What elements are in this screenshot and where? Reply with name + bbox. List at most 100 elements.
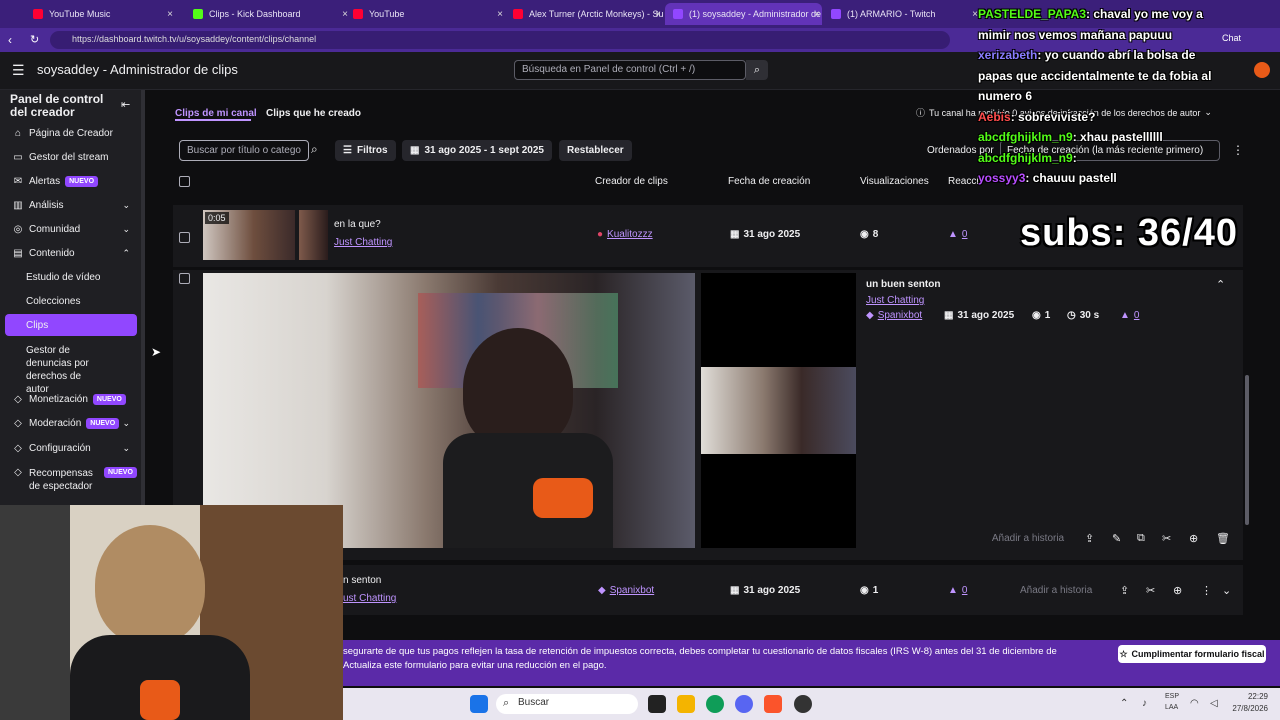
clip-creator[interactable]: ◆ Spanixbot	[598, 585, 654, 596]
clip-category[interactable]: Just Chatting	[866, 295, 924, 306]
clip-category[interactable]: ust Chatting	[343, 593, 396, 604]
clip-category[interactable]: Just Chatting	[334, 237, 392, 248]
sidebar-item[interactable]: Colecciones	[0, 296, 138, 307]
tab-clips-i-created[interactable]: Clips que he creado	[266, 108, 361, 119]
add-circle-icon[interactable]: ⊕	[1173, 584, 1182, 597]
sidebar-item[interactable]: ◇ Configuración ⌄	[0, 443, 138, 454]
clip-title[interactable]: un buen senton	[866, 279, 940, 290]
clip-views: ◉ 8	[860, 229, 879, 240]
scissors-icon[interactable]: ✂	[1146, 584, 1155, 597]
sidebar-item[interactable]: Gestor de denuncias por derechos de auto…	[0, 344, 138, 396]
sidebar-item-label: Moderación	[29, 418, 82, 429]
date-range-button[interactable]: ▦ 31 ago 2025 - 1 sept 2025	[402, 140, 552, 161]
sidebar-item[interactable]: ▭ Gestor del stream	[0, 152, 138, 163]
url-field[interactable]: https://dashboard.twitch.tv/u/soysaddey/…	[50, 31, 950, 49]
collapse-icon[interactable]: ⇤	[121, 98, 130, 111]
browser-tab[interactable]: YouTube Music ×	[25, 3, 175, 25]
dashboard-search-input[interactable]: Búsqueda en Panel de control (Ctrl + /)	[514, 60, 746, 80]
clip-thumbnail-vertical[interactable]	[299, 210, 328, 260]
filter-search-icon[interactable]: ⌕	[311, 142, 318, 157]
clip-title[interactable]: n senton	[343, 575, 381, 586]
share-icon[interactable]: ⇪	[1120, 584, 1129, 597]
trash-icon[interactable]: 🗑	[1216, 532, 1230, 545]
file-explorer-icon[interactable]	[677, 695, 695, 713]
obs-icon[interactable]	[794, 695, 812, 713]
clip-creator[interactable]: ● Kualitozzz	[597, 229, 653, 240]
sidebar-scrollbar[interactable]	[141, 90, 145, 505]
back-icon[interactable]: ‹	[8, 33, 12, 47]
edit-icon[interactable]: ✎	[1112, 532, 1121, 545]
sidebar-item[interactable]: Estudio de vídeo	[0, 272, 138, 283]
chat-username: abcdfghijklm_n9	[978, 150, 1073, 165]
column-creator[interactable]: Creador de clips	[595, 176, 668, 187]
add-to-story-button[interactable]: Añadir a historia	[1020, 585, 1092, 596]
sidebar-item[interactable]: ✉ Alertas NUEVO	[0, 176, 138, 187]
row-checkbox[interactable]	[179, 232, 190, 243]
browser-tab[interactable]: Clips - Kick Dashboard ×	[185, 3, 350, 25]
tray-chevron-icon[interactable]: ⌃	[1120, 698, 1128, 709]
close-icon[interactable]: ×	[167, 9, 173, 20]
menu-item-icon: ◇	[14, 443, 22, 454]
clip-search-input[interactable]: Buscar por título o catego	[179, 140, 309, 161]
browser-tab[interactable]: (1) soysaddey - Administrador de ×	[665, 3, 822, 25]
search-icon[interactable]: ⌕	[746, 60, 768, 80]
select-all-checkbox[interactable]	[179, 176, 190, 187]
clock-date[interactable]: 27/8/2026	[1220, 704, 1268, 713]
avatar[interactable]	[1254, 62, 1270, 78]
sidebar-item[interactable]: Clips	[0, 320, 138, 331]
sidebar-item[interactable]: ▤ Contenido ⌃	[0, 248, 138, 259]
browser-tab[interactable]: Alex Turner (Arctic Monkeys) - Su ×	[505, 3, 663, 25]
more-icon[interactable]: ⋮	[1201, 584, 1212, 597]
sidebar-item[interactable]: ◇ Monetización NUEVO	[0, 394, 138, 405]
edge-icon[interactable]	[706, 695, 724, 713]
chat-text: sobreviviste?	[1018, 109, 1096, 124]
close-icon[interactable]: ×	[655, 9, 661, 20]
sidebar-item[interactable]: ◇ Recompensas de espectador NUEVO	[0, 467, 138, 493]
chevron-down-icon[interactable]: ⌄	[1222, 584, 1231, 597]
tab-my-channel-clips[interactable]: Clips de mi canal	[175, 108, 257, 119]
more-icon[interactable]: ⋮	[1232, 143, 1244, 157]
close-icon[interactable]: ×	[814, 9, 820, 20]
menu-icon[interactable]: ☰	[12, 62, 25, 79]
sidebar-item[interactable]: ▥ Análisis ⌄	[0, 200, 138, 211]
mic-icon[interactable]: ♪	[1142, 698, 1147, 709]
open-external-icon[interactable]: ⧉	[1137, 532, 1145, 545]
sidebar-item[interactable]: ◎ Comunidad ⌄	[0, 224, 138, 235]
clock-time[interactable]: 22:29	[1228, 692, 1268, 701]
browser-tab[interactable]: YouTube ×	[345, 3, 505, 25]
reload-icon[interactable]: ↻	[30, 33, 39, 46]
windows-start-icon[interactable]	[470, 695, 488, 713]
scissors-icon[interactable]: ✂	[1162, 532, 1171, 545]
add-circle-icon[interactable]: ⊕	[1189, 532, 1198, 545]
filters-button[interactable]: ☰ Filtros	[335, 140, 396, 161]
thumbs-up-icon: ▲	[1120, 310, 1130, 321]
language-indicator-2[interactable]: LAA	[1165, 704, 1178, 711]
chat-message: yossyy3: chauuu pastell	[978, 171, 1117, 185]
new-badge: NUEVO	[92, 394, 126, 405]
chat-button[interactable]: Chat	[1222, 33, 1241, 43]
row-checkbox[interactable]	[179, 273, 190, 284]
task-view-icon[interactable]	[648, 695, 666, 713]
clip-title[interactable]: en la que?	[334, 219, 381, 230]
collapse-row-icon[interactable]: ⌃	[1216, 278, 1225, 291]
discord-icon[interactable]	[735, 695, 753, 713]
column-views[interactable]: Visualizaciones	[860, 176, 929, 187]
column-reactions[interactable]: Reacci	[948, 176, 979, 187]
language-indicator[interactable]: ESP	[1165, 693, 1179, 700]
share-icon[interactable]: ⇪	[1085, 532, 1094, 545]
volume-icon[interactable]: ◁	[1210, 698, 1218, 709]
brave-icon[interactable]	[764, 695, 782, 713]
reset-button[interactable]: Restablecer	[559, 140, 632, 161]
clip-vertical-preview[interactable]	[701, 273, 856, 548]
clip-creator[interactable]: ◆ Spanixbot	[866, 310, 922, 321]
column-date[interactable]: Fecha de creación	[728, 176, 810, 187]
network-icon[interactable]: ◠	[1190, 698, 1199, 709]
taskbar-search[interactable]: Buscar	[496, 694, 638, 714]
tax-form-button[interactable]: ☆ Cumplimentar formulario fiscal	[1118, 645, 1266, 663]
close-icon[interactable]: ×	[497, 9, 503, 20]
browser-tab[interactable]: (1) ARMARIO - Twitch ×	[823, 3, 980, 25]
main-scrollbar[interactable]	[1245, 375, 1249, 525]
sidebar-item[interactable]: ◇ Moderación NUEVO ⌄	[0, 418, 138, 429]
sidebar-item[interactable]: ⌂ Página de Creador	[0, 128, 138, 139]
add-to-story-button[interactable]: Añadir a historia	[983, 530, 1073, 548]
